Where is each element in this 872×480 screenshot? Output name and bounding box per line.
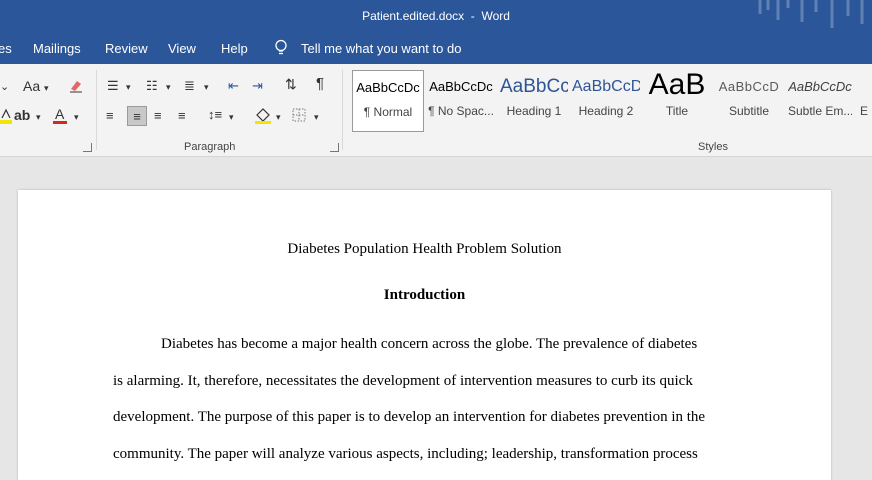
align-left-icon[interactable]: ≡ xyxy=(106,108,114,124)
shading-icon[interactable] xyxy=(254,106,272,124)
font-color-dropdown-chevron-icon[interactable]: ▾ xyxy=(74,109,79,125)
style-name: E xyxy=(860,104,869,118)
tab-view[interactable]: View xyxy=(168,41,196,56)
highlight-dropdown-chevron-icon[interactable]: ▾ xyxy=(36,109,41,125)
style-name: Heading 2 xyxy=(578,104,634,118)
document-heading: Introduction xyxy=(383,287,466,303)
justify-icon[interactable]: ≡ xyxy=(178,108,186,124)
document-page[interactable]: Diabetes Population Health Problem Solut… xyxy=(18,190,831,480)
align-right-icon[interactable]: ≡ xyxy=(154,108,162,124)
tab-review[interactable]: Review xyxy=(105,41,148,56)
paragraph-line: community. The paper will analyze variou… xyxy=(113,446,698,462)
bullets-icon[interactable]: ☰ xyxy=(107,78,119,94)
lightbulb-icon xyxy=(275,39,287,55)
style-sample: AaBbCcDc xyxy=(356,80,420,95)
style-sample: AaBbCcD xyxy=(718,79,780,94)
style-sample: AaB xyxy=(648,70,706,101)
style-subtle-emphasis[interactable]: AaBbCcDc Subtle Em... xyxy=(788,70,852,132)
style-name: Heading 1 xyxy=(506,104,562,118)
sort-icon[interactable]: ⇅ xyxy=(285,76,297,92)
paragraph-group-label: Paragraph xyxy=(184,141,236,153)
group-separator xyxy=(96,70,97,150)
font-color-icon[interactable]: A xyxy=(52,107,68,125)
styles-group-label: Styles xyxy=(698,141,728,153)
style-no-spacing[interactable]: AaBbCcDc ¶ No Spac... xyxy=(426,70,496,132)
shading-dropdown-chevron-icon[interactable]: ▾ xyxy=(276,109,281,125)
bullets-dropdown-chevron-icon[interactable]: ▾ xyxy=(126,79,131,95)
style-normal[interactable]: AaBbCcDc ¶ Normal xyxy=(352,70,424,132)
style-sample: AaBbCc xyxy=(500,76,568,97)
borders-icon[interactable] xyxy=(292,108,306,122)
style-name: Subtitle xyxy=(728,104,770,118)
style-name: Subtle Em... xyxy=(788,104,852,118)
style-sample: AaBbCcDc xyxy=(429,79,493,94)
tab-help[interactable]: Help xyxy=(221,41,248,56)
style-sample: AaBbCcDc xyxy=(788,79,852,94)
numbering-icon[interactable]: ☷ xyxy=(146,78,158,94)
style-emphasis[interactable]: E xyxy=(860,70,872,132)
highlight-letters-icon: ab xyxy=(14,107,31,123)
change-case-button[interactable]: Aa ▾ xyxy=(23,78,49,96)
title-bar-decoration xyxy=(758,0,864,28)
highlight-color-icon[interactable] xyxy=(0,108,12,124)
line-spacing-icon[interactable]: ↕≡ xyxy=(208,107,222,123)
change-case-label: Aa xyxy=(23,78,41,94)
style-heading-2[interactable]: AaBbCcD Heading 2 xyxy=(572,70,640,132)
paragraph-dialog-launcher-icon[interactable] xyxy=(330,143,339,152)
decrease-indent-icon[interactable]: ⇤ xyxy=(228,78,239,94)
font-size-dropdown-chevron-icon[interactable]: ⌄ xyxy=(0,79,9,95)
paragraph-line: Diabetes has become a major health conce… xyxy=(161,336,698,352)
style-name: ¶ No Spac... xyxy=(428,104,494,118)
increase-indent-icon[interactable]: ⇥ xyxy=(252,78,263,94)
style-title[interactable]: AaB Title xyxy=(644,70,710,132)
tell-me-search[interactable]: Tell me what you want to do xyxy=(301,41,461,56)
line-spacing-dropdown-chevron-icon[interactable]: ▾ xyxy=(229,109,234,125)
style-sample: AaBbCcD xyxy=(572,78,640,95)
style-name: ¶ Normal xyxy=(363,105,413,119)
borders-dropdown-chevron-icon[interactable]: ▾ xyxy=(314,109,319,125)
tab-mailings[interactable]: Mailings xyxy=(33,41,81,56)
paragraph-line: is alarming. It, therefore, necessitates… xyxy=(113,373,693,389)
svg-text:A: A xyxy=(55,107,65,122)
style-heading-1[interactable]: AaBbCc Heading 1 xyxy=(500,70,568,132)
clear-formatting-icon[interactable] xyxy=(68,78,84,94)
align-center-icon[interactable]: ≡ xyxy=(127,106,147,126)
window-title: Patient.edited.docx - Word xyxy=(362,9,510,23)
multilevel-dropdown-chevron-icon[interactable]: ▾ xyxy=(204,79,209,95)
style-subtitle[interactable]: AaBbCcD Subtitle xyxy=(716,70,782,132)
ribbon-tabs: es Mailings Review View Help Tell me wha… xyxy=(0,32,872,64)
group-separator xyxy=(342,70,343,150)
paragraph-line: development. The purpose of this paper i… xyxy=(113,409,706,425)
tab-references[interactable]: es xyxy=(0,41,12,56)
font-dialog-launcher-icon[interactable] xyxy=(83,143,92,152)
title-bar: Patient.edited.docx - Word xyxy=(0,0,872,32)
show-formatting-marks-icon[interactable]: ¶ xyxy=(316,76,324,92)
document-title: Diabetes Population Health Problem Solut… xyxy=(287,241,562,257)
multilevel-list-icon[interactable]: ≣ xyxy=(184,78,195,94)
style-sample xyxy=(860,70,872,104)
style-name: Title xyxy=(665,104,689,118)
ribbon: ⌄ Aa ▾ ab ▾ A ▾ ☰ ▾ ☷ ▾ ≣ ▾ ⇤ ⇥ ⇅ ¶ ≡ ≡ … xyxy=(0,64,872,157)
numbering-dropdown-chevron-icon[interactable]: ▾ xyxy=(166,79,171,95)
